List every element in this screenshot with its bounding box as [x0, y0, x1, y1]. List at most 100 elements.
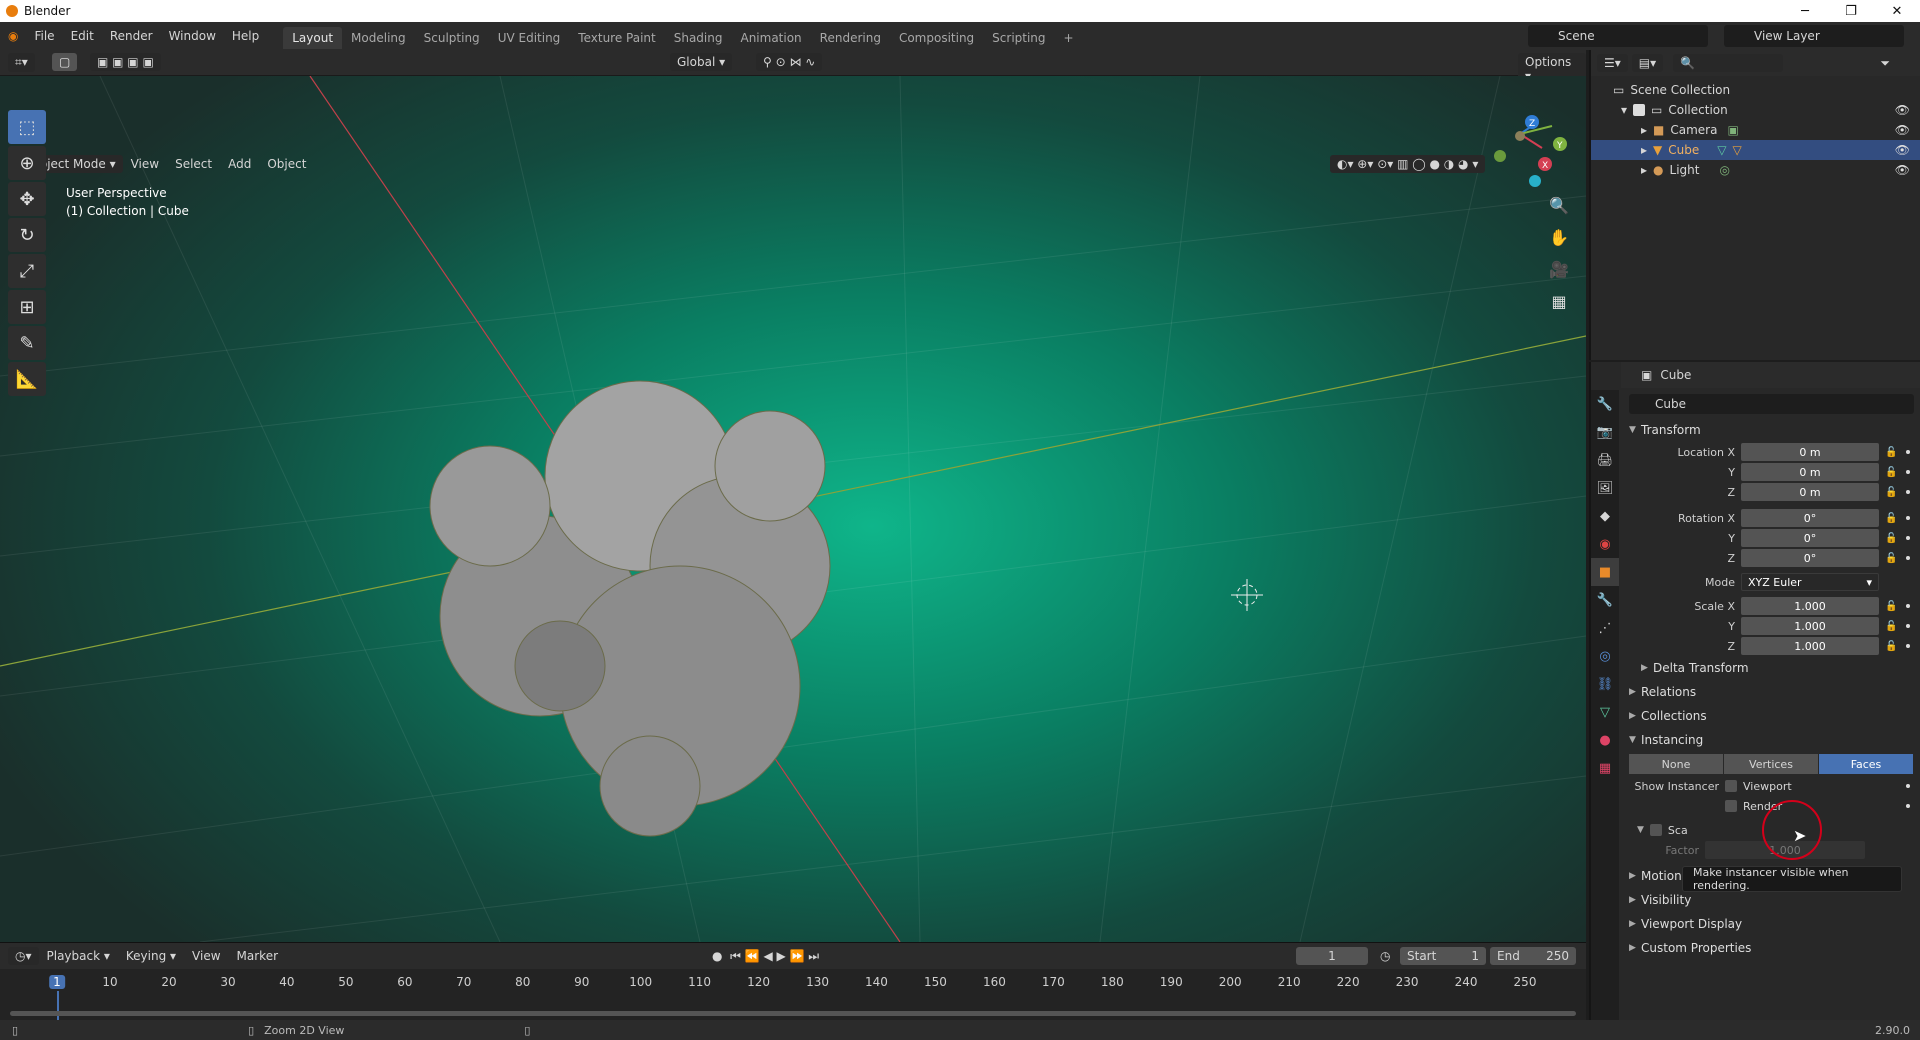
timeline-scrollbar[interactable] — [10, 1011, 1576, 1016]
editor-type-icon[interactable]: ⌗▾ — [8, 53, 35, 72]
outliner-collection[interactable]: ▾ ▭ Collection 👁 — [1591, 100, 1920, 120]
eye-icon[interactable]: 👁 — [1895, 143, 1910, 157]
constraints-props-icon[interactable]: ⛓ — [1591, 670, 1619, 698]
vp-menu-select[interactable]: Select — [167, 150, 220, 178]
tab-texture-paint[interactable]: Texture Paint — [569, 27, 664, 49]
keyframe-dot[interactable] — [1906, 624, 1910, 628]
panel-custom-properties[interactable]: ▶ Custom Properties — [1621, 936, 1920, 960]
lock-icon[interactable]: 🔓 — [1885, 553, 1897, 564]
rotation-y-field[interactable]: 0° — [1741, 529, 1879, 547]
location-x-field[interactable]: 0 m — [1741, 443, 1879, 461]
rotation-x-field[interactable]: 0° — [1741, 509, 1879, 527]
keyframe-dot[interactable] — [1906, 490, 1910, 494]
camera-view-icon[interactable]: 🎥 — [1546, 256, 1572, 282]
scale-z-field[interactable]: 1.000 — [1741, 637, 1879, 655]
pan-hand-icon[interactable]: ✋ — [1546, 224, 1572, 250]
particles-props-icon[interactable]: ⋰ — [1591, 614, 1619, 642]
lock-icon[interactable]: 🔓 — [1885, 621, 1897, 632]
zoom-icon[interactable]: 🔍 — [1546, 192, 1572, 218]
orientation-dropdown[interactable]: Global ▾ — [670, 53, 733, 71]
rotation-z-field[interactable]: 0° — [1741, 549, 1879, 567]
tab-shading[interactable]: Shading — [665, 27, 732, 49]
menu-window[interactable]: Window — [161, 22, 224, 50]
tab-compositing[interactable]: Compositing — [890, 27, 983, 49]
playback-controls-icons[interactable]: ● ⏮ ⏪ ◀ ▶ ⏩ ⏭ — [712, 949, 819, 964]
eye-icon[interactable]: 👁 — [1895, 163, 1910, 177]
tab-scripting[interactable]: Scripting — [983, 27, 1054, 49]
keyframe-dot[interactable] — [1906, 804, 1910, 808]
rotation-mode-dropdown[interactable]: XYZ Euler ▾ — [1741, 573, 1879, 591]
vp-menu-add[interactable]: Add — [220, 150, 259, 178]
outliner-item-light[interactable]: ▸ ● Light ◎ 👁 — [1591, 160, 1920, 180]
keyframe-dot[interactable] — [1906, 644, 1910, 648]
panel-delta-transform[interactable]: ▶ Delta Transform — [1621, 656, 1920, 680]
location-z-field[interactable]: 0 m — [1741, 483, 1879, 501]
outliner-scene-collection[interactable]: ▭ Scene Collection — [1591, 80, 1920, 100]
eye-icon[interactable]: 👁 — [1895, 103, 1910, 117]
location-y-field[interactable]: 0 m — [1741, 463, 1879, 481]
ortho-grid-icon[interactable]: ▦ — [1546, 288, 1572, 314]
object-props-icon[interactable]: ■ — [1591, 558, 1619, 586]
data-props-icon[interactable]: ▽ — [1591, 698, 1619, 726]
move-tool-icon[interactable]: ✥ — [8, 182, 46, 216]
lock-icon[interactable]: 🔓 — [1885, 533, 1897, 544]
select-box-mode-icon[interactable]: ▢ — [52, 53, 78, 71]
tab-modeling[interactable]: Modeling — [342, 27, 415, 49]
timeline-menu-view[interactable]: View — [184, 942, 228, 970]
tab-layout[interactable]: Layout — [283, 26, 343, 49]
cursor-tool-icon[interactable]: ⊕ — [8, 146, 46, 180]
viewport-shading-icons[interactable]: ◐▾ ⊕▾ ⊙▾ ▥ ◯ ● ◑ ◕ ▾ — [1330, 155, 1486, 173]
lock-icon[interactable]: 🔓 — [1885, 513, 1897, 524]
outliner-type-icon[interactable]: ☰▾ — [1597, 54, 1628, 72]
panel-viewport-display[interactable]: ▶ Viewport Display — [1621, 912, 1920, 936]
measure-tool-icon[interactable]: 📐 — [8, 362, 46, 396]
timeline-menu-playback[interactable]: Playback ▾ — [39, 942, 118, 970]
view-layer-props-icon[interactable]: 🖼 — [1591, 474, 1619, 502]
annotate-tool-icon[interactable]: ✎ — [8, 326, 46, 360]
render-props-icon[interactable]: 📷 — [1591, 418, 1619, 446]
tab-rendering[interactable]: Rendering — [811, 27, 890, 49]
keyframe-dot[interactable] — [1906, 784, 1910, 788]
vp-menu-object[interactable]: Object — [259, 150, 314, 178]
transform-tool-icon[interactable]: ⊞ — [8, 290, 46, 324]
keyframe-dot[interactable] — [1906, 450, 1910, 454]
tool-props-icon[interactable]: 🔧 — [1591, 390, 1619, 418]
keyframe-dot[interactable] — [1906, 516, 1910, 520]
lock-icon[interactable]: 🔓 — [1885, 641, 1897, 652]
rotate-tool-icon[interactable]: ↻ — [8, 218, 46, 252]
timeline-editor-type-icon[interactable]: ◷▾ — [8, 947, 39, 965]
keyframe-dot[interactable] — [1906, 556, 1910, 560]
lock-icon[interactable]: 🔓 — [1885, 467, 1897, 478]
outliner-item-cube[interactable]: ▸ ▼ Cube ▽ ▽ 👁 — [1591, 140, 1920, 160]
scale-by-face-arrow-icon[interactable]: ▼ — [1637, 825, 1644, 835]
scale-tool-icon[interactable]: ⤢ — [8, 254, 46, 288]
texture-props-icon[interactable]: ▦ — [1591, 754, 1619, 782]
blender-menu-icon[interactable]: ◉ — [0, 22, 26, 50]
tab-uv-editing[interactable]: UV Editing — [489, 27, 570, 49]
eye-icon[interactable]: 👁 — [1895, 123, 1910, 137]
collection-checkbox[interactable] — [1633, 104, 1646, 116]
menu-render[interactable]: Render — [102, 22, 161, 50]
menu-file[interactable]: File — [26, 22, 62, 50]
minimize-button[interactable]: ─ — [1782, 0, 1828, 22]
keyframe-dot[interactable] — [1906, 536, 1910, 540]
panel-relations[interactable]: ▶ Relations — [1621, 680, 1920, 704]
filter-icon[interactable]: ⏷ — [1880, 56, 1890, 71]
menu-help[interactable]: Help — [224, 22, 267, 50]
outliner-search-field[interactable]: 🔍 — [1673, 54, 1784, 72]
display-mode-icon[interactable]: ▤▾ — [1631, 54, 1664, 72]
tab-animation[interactable]: Animation — [731, 27, 810, 49]
outliner-item-camera[interactable]: ▸ ■ Camera ▣ 👁 — [1591, 120, 1920, 140]
lock-icon[interactable]: 🔓 — [1885, 447, 1897, 458]
show-viewport-checkbox[interactable] — [1725, 780, 1737, 792]
pivot-snap-icons[interactable]: ⚲ ⊙ ⋈ ∿ — [756, 53, 823, 71]
select-box-tool-icon[interactable]: ⬚ — [8, 110, 46, 144]
show-viewport-label[interactable]: Viewport — [1743, 780, 1792, 793]
end-frame-field[interactable]: End 250 — [1490, 947, 1576, 965]
timeline-menu-marker[interactable]: Marker — [229, 942, 286, 970]
material-props-icon[interactable]: ● — [1591, 726, 1619, 754]
scale-x-field[interactable]: 1.000 — [1741, 597, 1879, 615]
object-name-field[interactable]: Cube — [1629, 394, 1914, 414]
start-frame-field[interactable]: Start 1 — [1400, 947, 1486, 965]
selection-mode-icons[interactable]: ▣ ▣ ▣ ▣ — [90, 53, 161, 71]
